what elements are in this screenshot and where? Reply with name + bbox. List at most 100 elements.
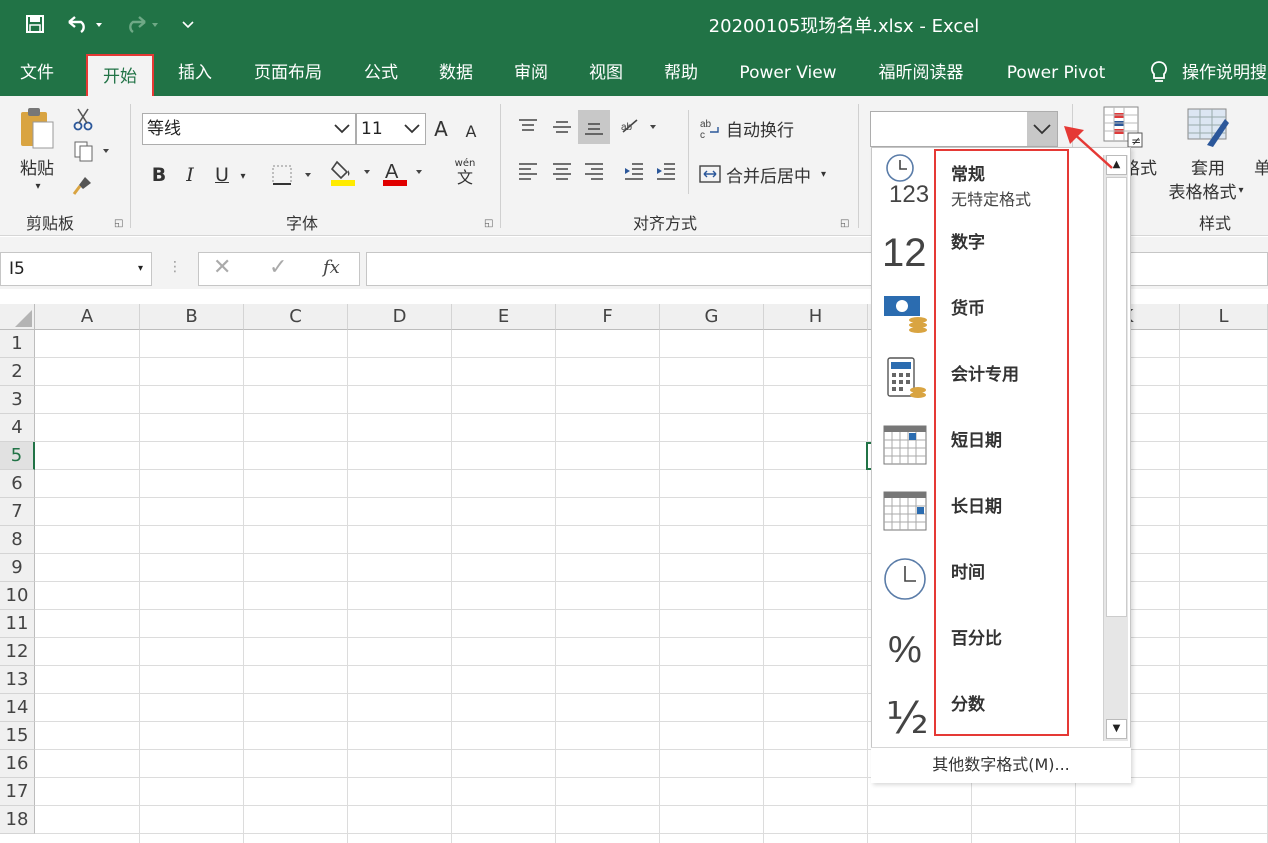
format-as-table-icon[interactable] [1184, 104, 1232, 150]
format-option-currency[interactable]: 货币 [872, 282, 1104, 348]
format-option-accounting[interactable]: 会计专用 [872, 348, 1104, 414]
row-header-6[interactable]: 6 [0, 470, 35, 498]
merge-dropdown-icon[interactable]: ▾ [821, 169, 826, 180]
format-option-percentage[interactable]: % 百分比 [872, 612, 1104, 678]
column-header-h[interactable]: H [764, 304, 868, 330]
column-header-e[interactable]: E [452, 304, 556, 330]
align-middle-icon[interactable] [546, 112, 578, 142]
row-header-3[interactable]: 3 [0, 386, 35, 414]
italic-button[interactable]: I [178, 160, 202, 190]
tab-data[interactable]: 数据 [425, 52, 487, 94]
row-header-7[interactable]: 7 [0, 498, 35, 526]
enter-icon[interactable]: ✓ [269, 255, 287, 280]
tab-formulas[interactable]: 公式 [350, 52, 412, 94]
row-header-17[interactable]: 17 [0, 778, 35, 806]
insert-function-button[interactable]: fx [323, 257, 340, 278]
borders-icon[interactable] [268, 160, 318, 190]
chevron-down-icon[interactable] [399, 114, 425, 144]
cut-icon[interactable] [70, 106, 96, 132]
decrease-indent-icon[interactable] [618, 156, 650, 186]
format-as-table-button[interactable]: 表格格式 ▾ [1158, 178, 1254, 203]
cell-styles-partial[interactable]: 单 [1254, 154, 1268, 179]
dropdown-scrollbar[interactable]: ▲ ▼ [1103, 155, 1128, 741]
row-header-10[interactable]: 10 [0, 582, 35, 610]
phonetic-guide-button[interactable]: wén 文 [440, 156, 490, 190]
tab-power-pivot[interactable]: Power Pivot [994, 52, 1118, 94]
format-as-table-dropdown-icon[interactable]: ▾ [1238, 185, 1243, 196]
alignment-launcher-icon[interactable]: ◱ [840, 218, 852, 230]
name-box[interactable]: I5 ▾ [0, 252, 152, 286]
align-top-icon[interactable] [512, 112, 544, 142]
align-bottom-icon[interactable] [578, 110, 610, 144]
bold-button[interactable]: B [146, 160, 172, 190]
align-right-icon[interactable] [578, 156, 610, 186]
tab-power-view[interactable]: Power View [728, 52, 848, 94]
copy-icon[interactable] [70, 138, 114, 164]
merge-center-button[interactable]: 合并后居中 ▾ [698, 158, 844, 190]
scroll-down-icon[interactable]: ▼ [1106, 719, 1127, 739]
shrink-font-button[interactable]: A [460, 118, 482, 144]
align-left-icon[interactable] [512, 156, 544, 186]
font-color-icon[interactable]: A [380, 156, 428, 190]
underline-button[interactable]: U [208, 160, 236, 190]
tell-me-search[interactable]: 操作说明搜 [1182, 52, 1268, 94]
row-header-12[interactable]: 12 [0, 638, 35, 666]
tab-help[interactable]: 帮助 [650, 52, 712, 94]
format-option-time[interactable]: 时间 [872, 546, 1104, 612]
lightbulb-icon[interactable] [1146, 52, 1172, 94]
clipboard-launcher-icon[interactable]: ◱ [114, 218, 126, 230]
wrap-text-button[interactable]: ab c 自动换行 [698, 112, 828, 144]
more-number-formats-button[interactable]: 其他数字格式(M)... [871, 747, 1131, 783]
chevron-down-icon[interactable] [329, 114, 355, 144]
row-header-2[interactable]: 2 [0, 358, 35, 386]
column-header-g[interactable]: G [660, 304, 764, 330]
format-option-fraction[interactable]: ½ 分数 [872, 678, 1104, 744]
row-header-14[interactable]: 14 [0, 694, 35, 722]
row-header-8[interactable]: 8 [0, 526, 35, 554]
row-header-13[interactable]: 13 [0, 666, 35, 694]
cancel-icon[interactable]: ✕ [213, 255, 231, 280]
scroll-thumb[interactable] [1106, 177, 1127, 617]
row-header-15[interactable]: 15 [0, 722, 35, 750]
tab-page-layout[interactable]: 页面布局 [240, 52, 336, 94]
format-option-long-date[interactable]: 长日期 [872, 480, 1104, 546]
tab-review[interactable]: 审阅 [500, 52, 562, 94]
row-header-11[interactable]: 11 [0, 610, 35, 638]
font-launcher-icon[interactable]: ◱ [484, 218, 496, 230]
formula-input[interactable] [366, 252, 1268, 286]
row-header-4[interactable]: 4 [0, 414, 35, 442]
format-option-number[interactable]: 12 数字 [872, 216, 1104, 282]
paste-label[interactable]: 粘贴 [14, 154, 60, 179]
underline-dropdown-icon[interactable]: ▾ [236, 166, 250, 186]
fill-color-icon[interactable] [328, 156, 376, 190]
grow-font-button[interactable]: A [430, 114, 452, 144]
font-size-combo[interactable]: 11 [356, 113, 426, 145]
increase-indent-icon[interactable] [650, 156, 682, 186]
column-header-l[interactable]: L [1180, 304, 1268, 330]
select-all-button[interactable] [0, 304, 35, 330]
column-header-b[interactable]: B [140, 304, 244, 330]
column-header-a[interactable]: A [35, 304, 140, 330]
row-header-5[interactable]: 5 [0, 442, 35, 470]
formula-bar-grip-icon[interactable]: ⋮ [168, 259, 182, 279]
align-center-icon[interactable] [546, 156, 578, 186]
paste-dropdown-icon[interactable]: ▾ [30, 180, 46, 192]
paste-icon[interactable] [14, 106, 60, 152]
tab-home[interactable]: 开始 [86, 54, 154, 96]
orientation-icon[interactable]: ab [618, 112, 664, 142]
tab-file[interactable]: 文件 [6, 52, 68, 94]
font-name-combo[interactable]: 等线 [142, 113, 356, 145]
name-box-dropdown-icon[interactable]: ▾ [138, 253, 143, 285]
format-option-short-date[interactable]: 短日期 [872, 414, 1104, 480]
format-painter-icon[interactable] [70, 172, 96, 198]
number-format-combo[interactable] [870, 111, 1058, 147]
column-header-d[interactable]: D [348, 304, 452, 330]
tab-insert[interactable]: 插入 [164, 52, 226, 94]
row-header-18[interactable]: 18 [0, 806, 35, 834]
format-as-table-label-1[interactable]: 套用 [1170, 154, 1246, 179]
number-format-chevron-icon[interactable] [1027, 112, 1057, 146]
tab-view[interactable]: 视图 [575, 52, 637, 94]
column-header-f[interactable]: F [556, 304, 660, 330]
row-header-1[interactable]: 1 [0, 330, 35, 358]
column-header-c[interactable]: C [244, 304, 348, 330]
